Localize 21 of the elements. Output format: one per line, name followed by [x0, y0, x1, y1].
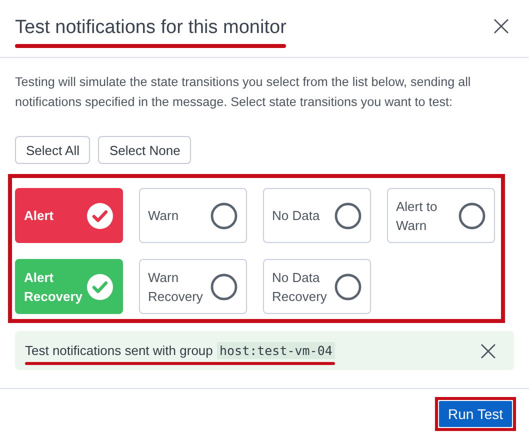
selection-button[interactable]: Select All [15, 136, 90, 164]
transition-option[interactable]: Warn [139, 188, 247, 243]
radio-circle-icon [210, 202, 238, 230]
transition-option[interactable]: Warn Recovery [139, 259, 247, 314]
check-icon [86, 272, 114, 300]
transition-option[interactable]: Alert [15, 188, 123, 243]
close-button[interactable]: × [488, 12, 515, 40]
transition-option[interactable]: No Data [263, 188, 371, 243]
check-icon [86, 202, 114, 230]
run-test-button[interactable]: Run Test [439, 400, 512, 426]
dialog-title: Test notifications for this monitor [15, 16, 286, 40]
radio-circle-icon [210, 272, 238, 300]
transition-option[interactable]: No Data Recovery [263, 259, 371, 314]
transition-option[interactable]: Alert to Warn [387, 188, 495, 243]
selection-button[interactable]: Select None [98, 136, 192, 164]
description-text: Testing will simulate the state transitions you select from the list below, sending all notifications specified in the message. Select state transitions you want to test: [15, 74, 472, 111]
radio-circle-icon [334, 272, 362, 300]
radio-circle-icon [458, 202, 486, 230]
status-message: Test notifications sent with group host:test-vm-04 [25, 342, 336, 360]
close-button[interactable]: × [474, 336, 502, 364]
radio-circle-icon [334, 202, 362, 230]
